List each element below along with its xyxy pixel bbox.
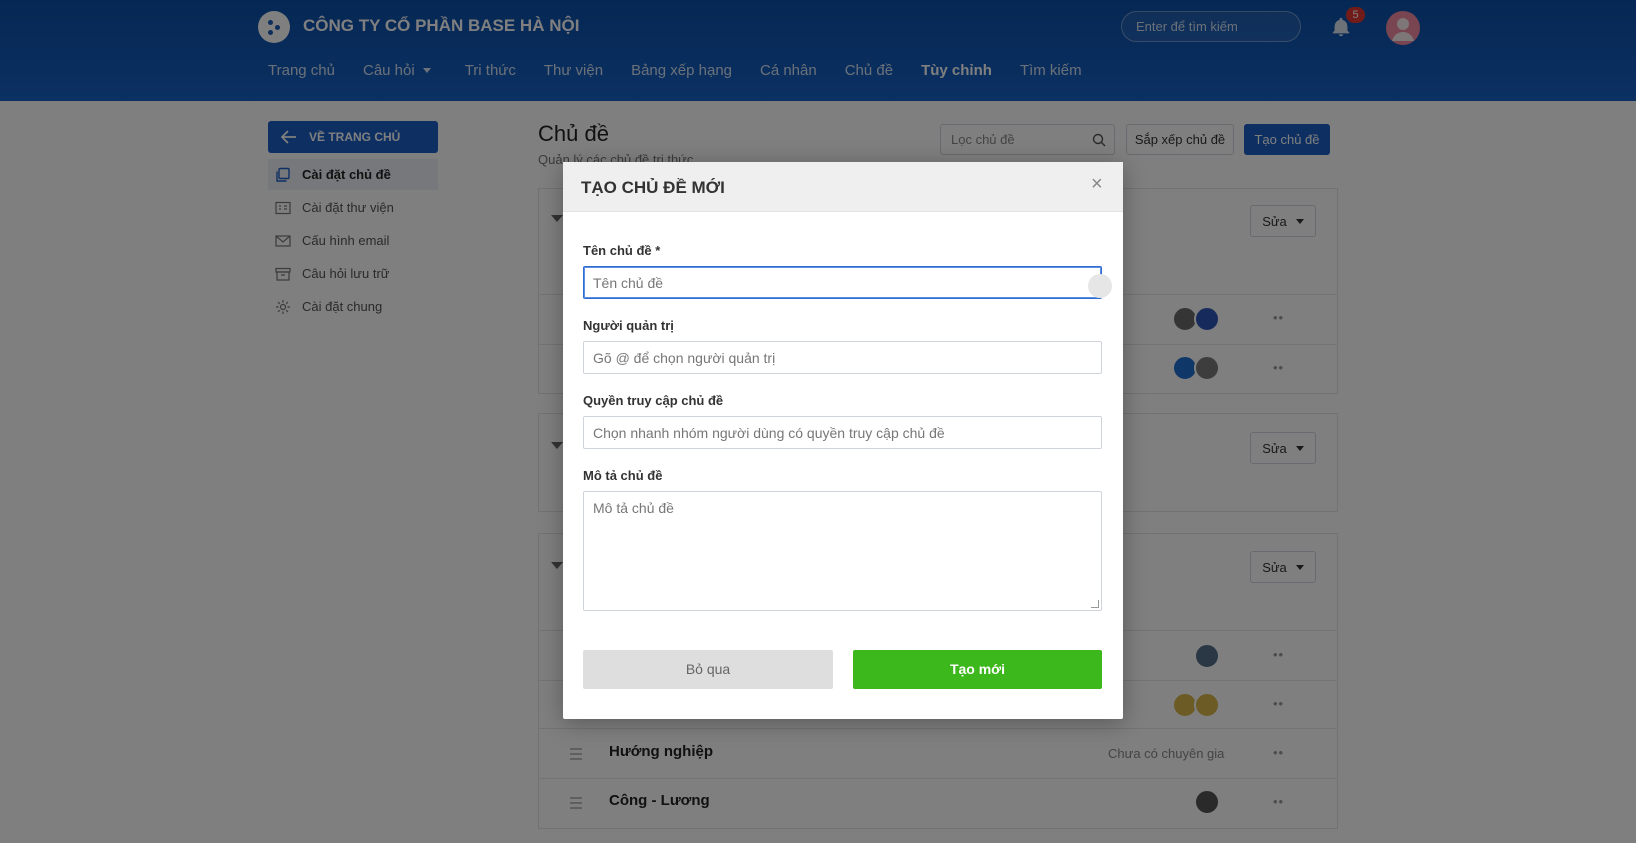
- submit-create-button[interactable]: Tạo mới: [853, 650, 1102, 689]
- access-input[interactable]: Chọn nhanh nhóm người dùng có quyền truy…: [583, 416, 1102, 449]
- description-textarea[interactable]: Mô tả chủ đề: [583, 491, 1102, 611]
- cancel-button[interactable]: Bỏ qua: [583, 650, 833, 689]
- modal-title: TẠO CHỦ ĐỀ MỚI: [581, 178, 725, 197]
- topic-name-input[interactable]: Tên chủ đề: [583, 266, 1112, 299]
- description-label: Mô tả chủ đề: [583, 468, 663, 483]
- description-placeholder: Mô tả chủ đề: [593, 500, 674, 516]
- resize-handle-icon[interactable]: [1091, 600, 1099, 608]
- modal-header: TẠO CHỦ ĐỀ MỚI ×: [563, 162, 1123, 212]
- topic-name-placeholder: Tên chủ đề: [593, 275, 664, 291]
- admin-input[interactable]: Gõ @ để chọn người quản trị: [583, 341, 1102, 374]
- topic-name-label: Tên chủ đề *: [583, 243, 661, 258]
- access-label: Quyền truy cập chủ đề: [583, 393, 724, 408]
- input-indicator-icon: [1088, 274, 1112, 298]
- admin-label: Người quản trị: [583, 318, 674, 333]
- create-topic-modal: TẠO CHỦ ĐỀ MỚI × Tên chủ đề * Tên chủ đề…: [563, 162, 1123, 719]
- close-icon[interactable]: ×: [1091, 173, 1103, 196]
